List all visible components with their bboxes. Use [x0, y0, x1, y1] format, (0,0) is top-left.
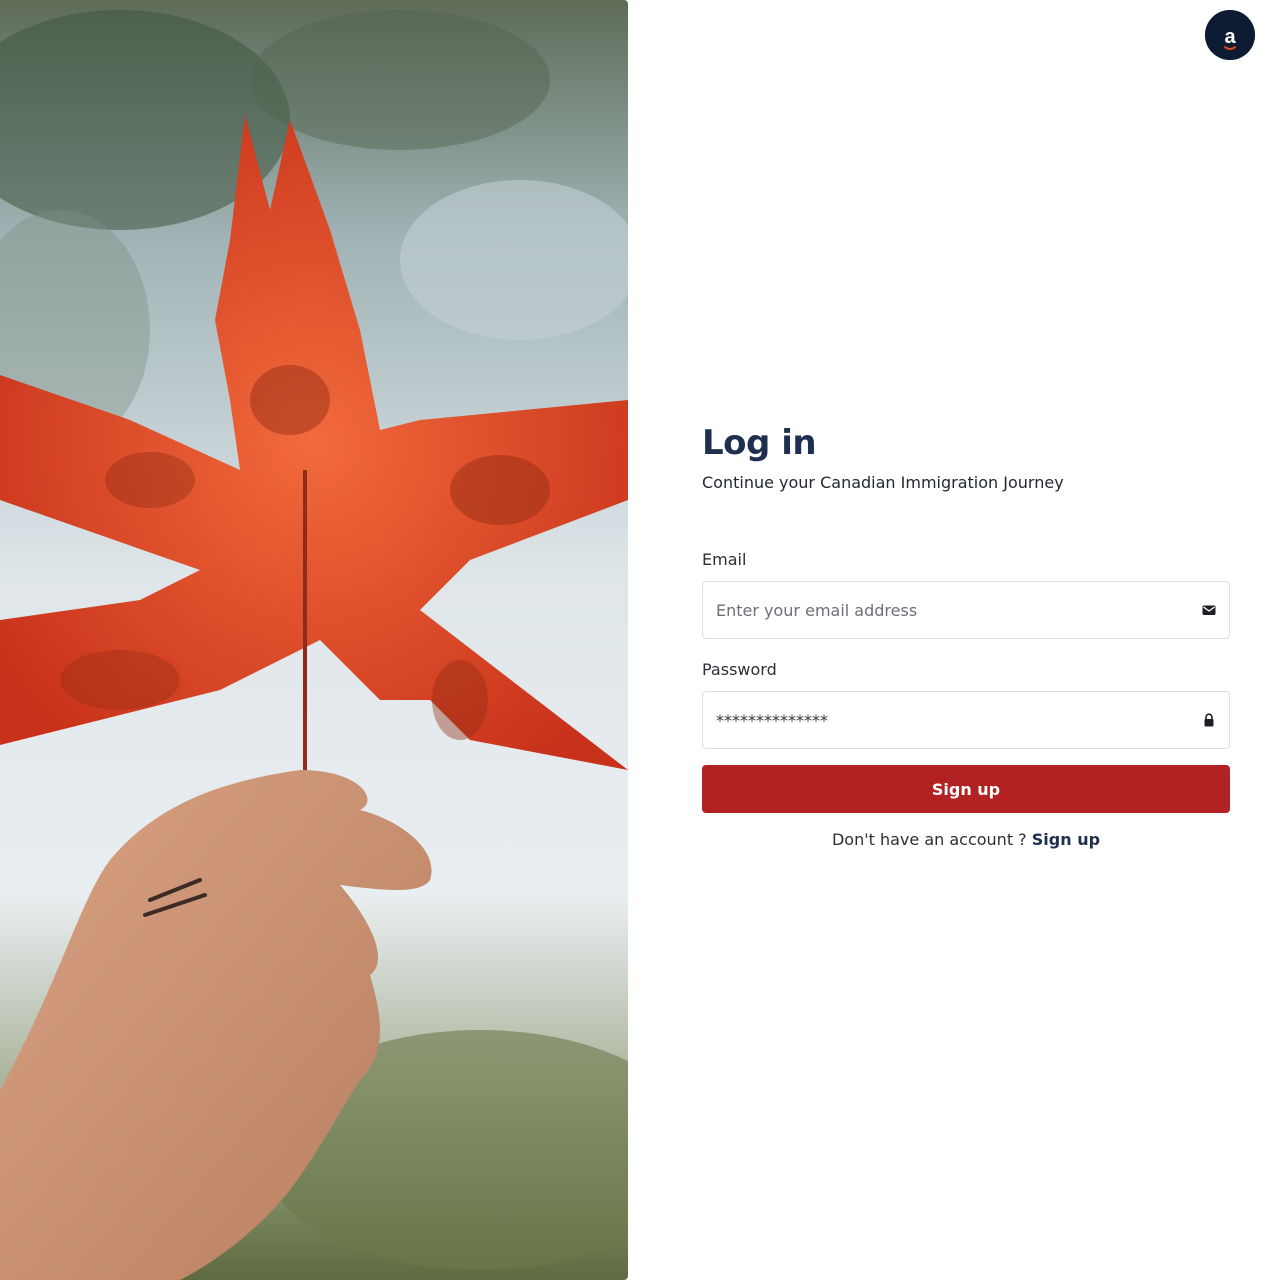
password-label: Password — [702, 660, 777, 679]
avatar-letter: a — [1224, 26, 1236, 48]
email-label: Email — [702, 550, 747, 569]
password-field-wrapper — [702, 691, 1230, 749]
sign-up-button[interactable]: Sign up — [702, 765, 1230, 813]
lock-icon — [1202, 713, 1216, 727]
page-title: Log in — [702, 423, 817, 463]
login-form: Log in Continue your Canadian Immigratio… — [702, 418, 1230, 851]
no-account-text: Don't have an account ? — [831, 830, 1027, 849]
page-subtitle: Continue your Canadian Immigration Journ… — [702, 473, 1064, 492]
password-field[interactable] — [703, 692, 1163, 748]
envelope-icon — [1202, 603, 1216, 617]
user-avatar-button[interactable]: a — [1205, 10, 1255, 60]
user-avatar-icon: a — [1205, 10, 1255, 60]
no-account-row: Don't have an account ? Sign up — [702, 829, 1230, 851]
email-field-wrapper — [702, 581, 1230, 639]
sign-up-link[interactable]: Sign up — [1032, 830, 1100, 849]
hero-image — [0, 0, 628, 1280]
email-field[interactable] — [703, 582, 1163, 638]
maple-leaf-photo — [0, 0, 628, 1280]
